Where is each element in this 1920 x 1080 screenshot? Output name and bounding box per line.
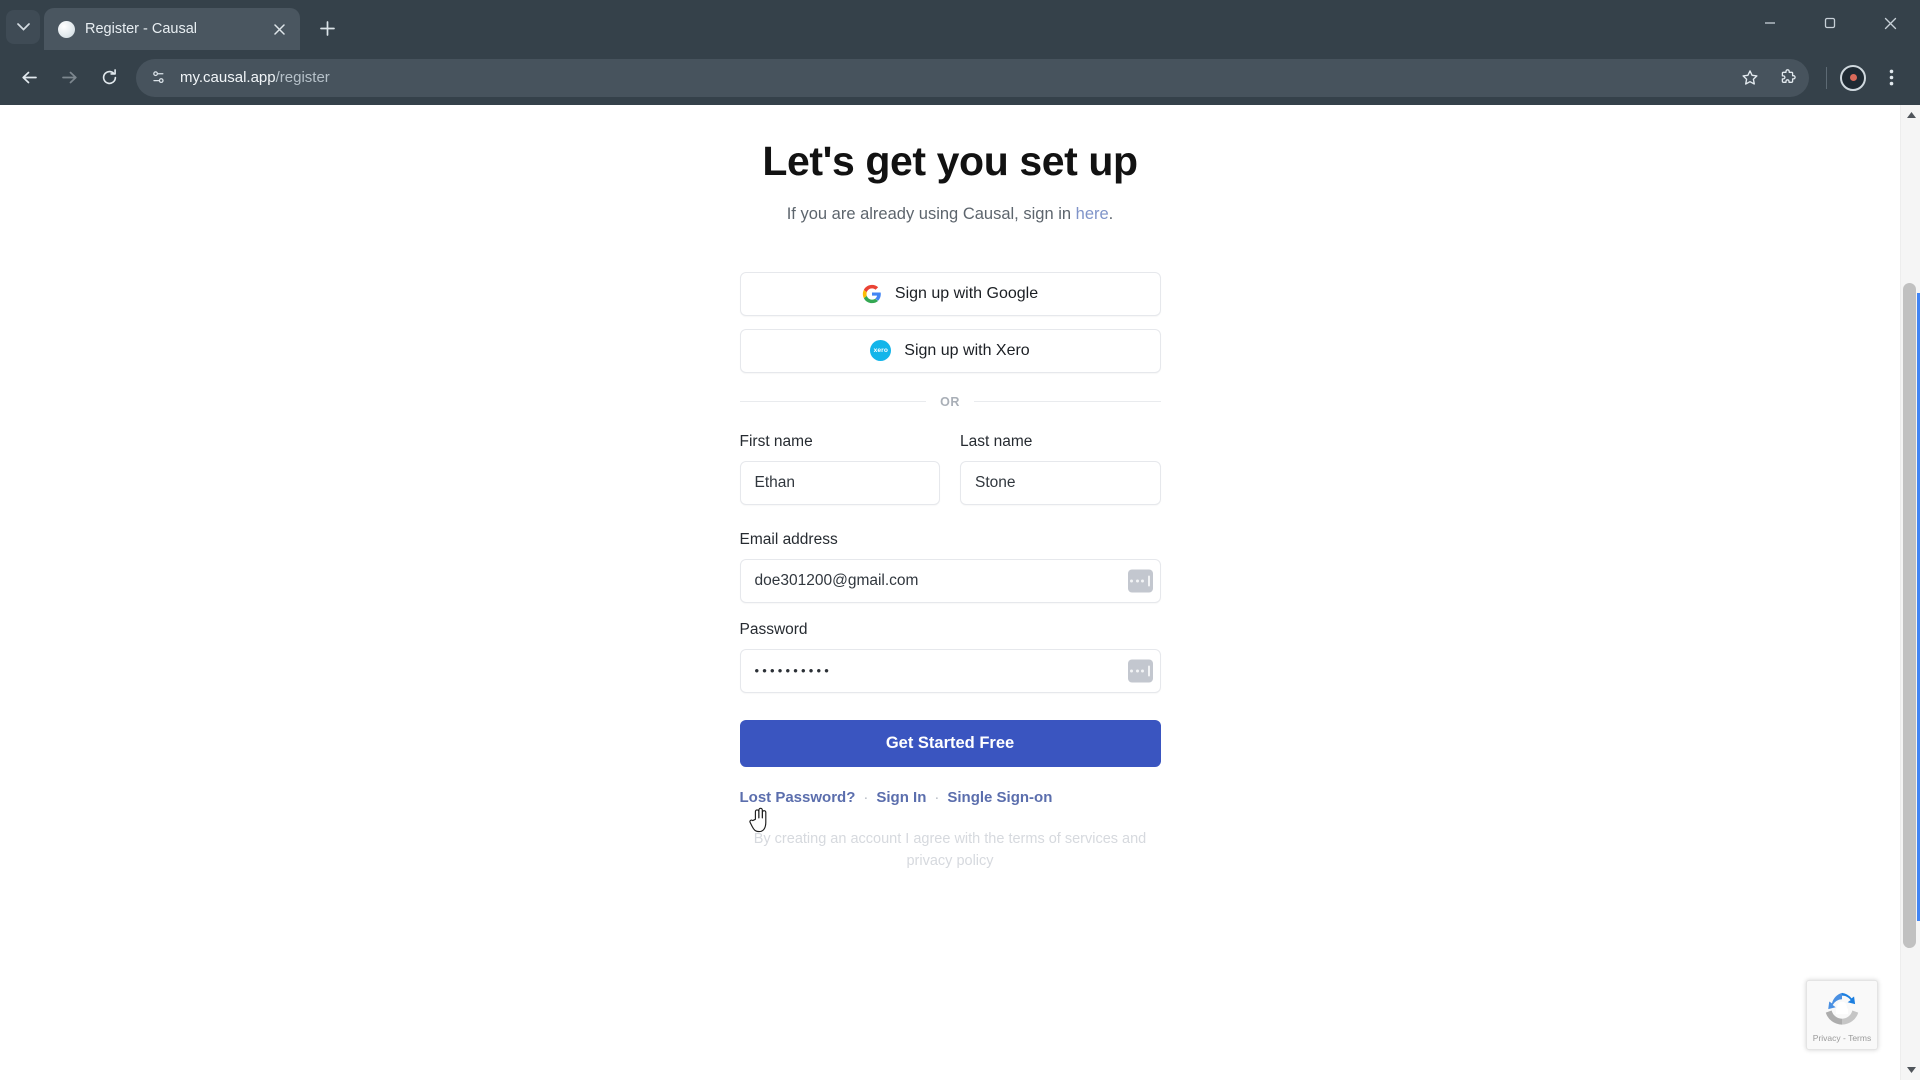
- autofill-dot: [1130, 579, 1133, 583]
- page-scrollbar[interactable]: [1900, 105, 1920, 1080]
- autofill-dot: [1130, 669, 1133, 673]
- window-controls: [1740, 0, 1920, 50]
- scroll-down-arrow-icon[interactable]: [1901, 1060, 1920, 1080]
- email-input-wrap: doe301200@gmail.com: [739, 558, 1161, 603]
- reload-icon[interactable]: [90, 59, 128, 97]
- sign-in-link[interactable]: Sign In: [876, 789, 926, 806]
- link-separator: ·: [863, 788, 869, 806]
- first-name-input-wrap: Ethan: [739, 460, 940, 505]
- minimize-button[interactable]: [1740, 0, 1800, 46]
- back-arrow-icon[interactable]: [10, 59, 48, 97]
- puzzle-piece-icon[interactable]: [1773, 63, 1803, 93]
- name-row: First name Ethan Last name Stone: [739, 432, 1161, 523]
- divider-line-right: [973, 401, 1161, 403]
- url-host: my.causal.app: [180, 69, 276, 86]
- url-path: /register: [275, 69, 330, 86]
- password-label: Password: [739, 620, 808, 638]
- tab-strip: Register - Causal: [0, 0, 1920, 50]
- forward-arrow-icon[interactable]: [50, 59, 88, 97]
- address-bar[interactable]: my.causal.app/register: [136, 58, 1809, 97]
- or-divider: OR: [739, 394, 1161, 409]
- last-name-field: Last name Stone: [960, 433, 1161, 505]
- avatar: [1840, 64, 1866, 91]
- registration-card: Let's get you set up If you are already …: [739, 138, 1161, 873]
- password-field: Password ••••••••••: [739, 620, 1161, 693]
- first-name-label: First name: [739, 432, 813, 450]
- last-name-label: Last name: [960, 432, 1033, 450]
- autofill-bar: [1147, 665, 1150, 677]
- password-input-wrap: ••••••••••: [739, 648, 1161, 693]
- close-icon[interactable]: [268, 18, 290, 40]
- signin-prompt: If you are already using Causal, sign in…: [740, 205, 1161, 224]
- autofill-dot: [1135, 669, 1139, 673]
- last-name-input[interactable]: Stone: [960, 460, 1161, 505]
- recaptcha-badge[interactable]: Privacy - Terms: [1806, 980, 1878, 1050]
- star-icon[interactable]: [1735, 63, 1765, 93]
- autofill-dot: [1135, 579, 1139, 583]
- scroll-up-arrow-icon[interactable]: [1901, 105, 1920, 125]
- xero-logo-icon: xero: [870, 340, 892, 362]
- close-window-button[interactable]: [1860, 0, 1920, 46]
- browser-tab-register[interactable]: Register - Causal: [44, 8, 300, 50]
- page-content: Let's get you set up If you are already …: [0, 105, 1900, 873]
- first-name-field: First name Ethan: [739, 432, 940, 505]
- link-separator: ·: [934, 788, 940, 806]
- browser-toolbar: my.causal.app/register: [0, 50, 1920, 105]
- signin-prompt-text: If you are already using Causal, sign in: [786, 204, 1076, 223]
- google-logo-icon: [862, 284, 882, 304]
- signin-prompt-period: .: [1108, 204, 1114, 223]
- password-input[interactable]: ••••••••••: [739, 648, 1161, 693]
- registration-page: Let's get you set up If you are already …: [0, 105, 1900, 1080]
- autofill-icon[interactable]: [1127, 659, 1153, 683]
- scrollbar-thumb[interactable]: [1903, 283, 1916, 948]
- signup-with-xero-label: Sign up with Xero: [904, 341, 1030, 359]
- get-started-free-button[interactable]: Get Started Free: [739, 719, 1161, 767]
- signup-with-google-label: Sign up with Google: [894, 284, 1039, 302]
- browser-window: Register - Causal my.causal.app/register…: [0, 0, 1920, 1080]
- tab-title: Register - Causal: [85, 21, 198, 37]
- recaptcha-privacy-terms[interactable]: Privacy - Terms: [1813, 1033, 1871, 1043]
- first-name-input[interactable]: Ethan: [739, 460, 940, 505]
- site-settings-icon[interactable]: [144, 64, 172, 92]
- autofill-bar: [1147, 575, 1150, 587]
- page-viewport: Let's get you set up If you are already …: [0, 105, 1920, 1080]
- page-icon: [58, 20, 75, 38]
- lost-password-link[interactable]: Lost Password?: [740, 789, 856, 806]
- recaptcha-logo-icon: [1825, 991, 1859, 1030]
- new-tab-button[interactable]: [310, 11, 344, 45]
- divider-label: OR: [940, 394, 960, 409]
- single-sign-on-link[interactable]: Single Sign-on: [947, 789, 1052, 806]
- toolbar-divider: [1826, 66, 1827, 89]
- auxiliary-links: Lost Password? · Sign In · Single Sign-o…: [740, 789, 1161, 806]
- autofill-icon[interactable]: [1127, 569, 1153, 593]
- email-label: Email address: [739, 530, 838, 548]
- last-name-input-wrap: Stone: [960, 460, 1161, 505]
- maximize-button[interactable]: [1800, 0, 1860, 46]
- autofill-dot: [1141, 669, 1144, 673]
- tab-search-button[interactable]: [6, 10, 40, 44]
- profile-avatar-icon[interactable]: [1836, 61, 1870, 95]
- email-input[interactable]: doe301200@gmail.com: [739, 558, 1161, 603]
- autofill-dot: [1141, 579, 1144, 583]
- signup-with-google-button[interactable]: Sign up with Google: [739, 271, 1161, 316]
- signin-here-link[interactable]: here: [1076, 205, 1109, 223]
- terms-notice: By creating an account I agree with the …: [753, 830, 1147, 870]
- signup-with-xero-button[interactable]: xero Sign up with Xero: [739, 328, 1161, 373]
- divider-line-left: [739, 401, 927, 403]
- three-dot-menu-icon[interactable]: [1872, 59, 1910, 97]
- url-text: my.causal.app/register: [180, 69, 1727, 86]
- email-field: Email address doe301200@gmail.com: [739, 530, 1161, 603]
- page-title: Let's get you set up: [762, 138, 1138, 184]
